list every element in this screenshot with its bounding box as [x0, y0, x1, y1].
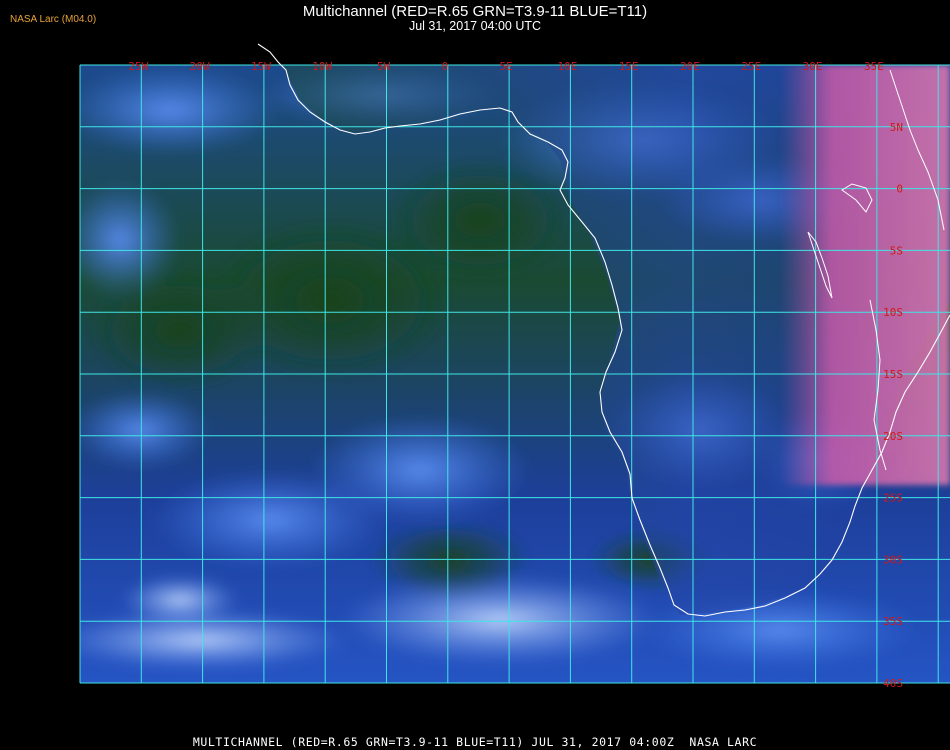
latitude-label: 15S: [883, 368, 903, 381]
latitude-label: 20S: [883, 430, 903, 443]
latitude-label: 10S: [883, 306, 903, 319]
longitude-label: 15E: [619, 60, 639, 73]
longitude-label: 0: [441, 60, 448, 73]
longitude-label: 20W: [190, 60, 210, 73]
longitude-label: 15W: [251, 60, 271, 73]
east-africa-highlands: [780, 65, 950, 485]
footer-caption: MULTICHANNEL (RED=R.65 GRN=T3.9-11 BLUE=…: [192, 735, 758, 749]
longitude-label: 10W: [312, 60, 332, 73]
longitude-label: 20E: [680, 60, 700, 73]
longitude-label: 5E: [499, 60, 512, 73]
latitude-label: 35S: [883, 615, 903, 628]
satellite-imagery: [80, 65, 950, 725]
latitude-label: 25S: [883, 492, 903, 505]
latitude-label: 30S: [883, 553, 903, 566]
longitude-label: 5W: [377, 60, 391, 73]
latitude-label: 5N: [890, 121, 903, 134]
latitude-label: 0: [896, 183, 903, 196]
longitude-label: 35E: [864, 60, 884, 73]
satellite-map: 25W 20W 15W 10W 5W 0 5E 10E 15E 20E 25E 30E 35E 5N 0 5…: [79, 43, 950, 725]
latitude-label: 5S: [890, 244, 903, 257]
latitude-label: 40S: [883, 677, 903, 690]
longitude-label: 25W: [128, 60, 148, 73]
longitude-label: 10E: [557, 60, 577, 73]
longitude-label: 30E: [803, 60, 823, 73]
longitude-label: 25E: [741, 60, 761, 73]
